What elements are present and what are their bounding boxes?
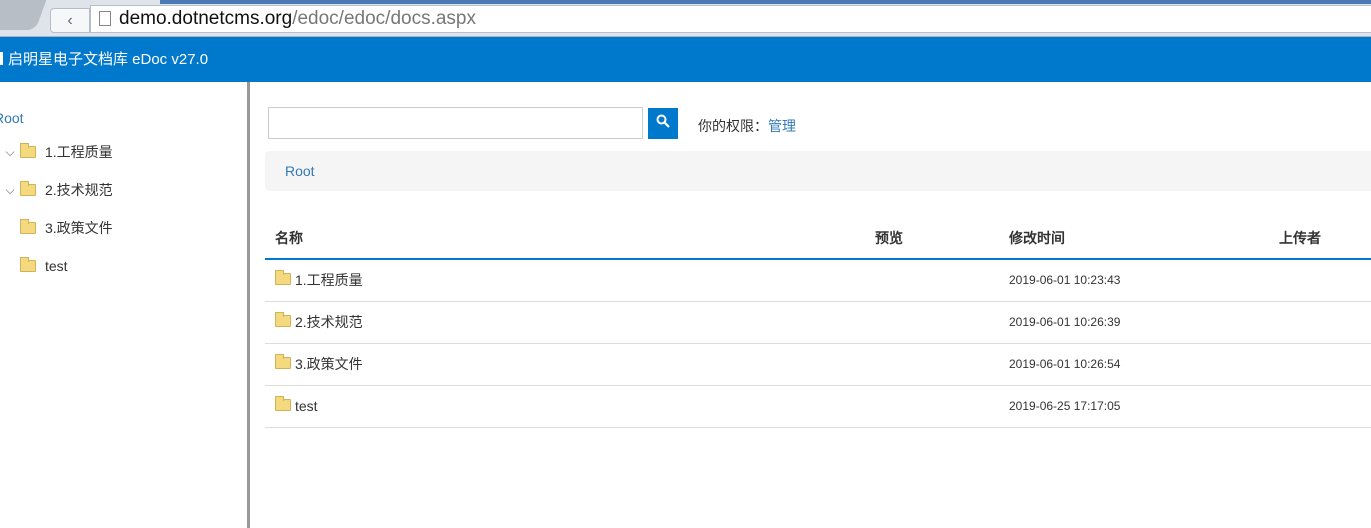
preview-cell bbox=[865, 259, 999, 302]
app-header: 启明星电子文档库 eDoc v27.0 bbox=[0, 37, 1371, 82]
folder-icon bbox=[20, 219, 36, 234]
tree-node-label: 1.工程质量 bbox=[45, 144, 113, 160]
file-name[interactable]: 3.政策文件 bbox=[295, 356, 363, 372]
tree-node-label: 2.技术规范 bbox=[45, 182, 113, 198]
permission: 你的权限：管理 bbox=[698, 116, 796, 136]
url-path: /edoc/edoc/docs.aspx bbox=[292, 8, 476, 29]
url-host: demo.dotnetcms.org bbox=[119, 8, 293, 29]
table-row[interactable]: 1.工程质量 2019-06-01 10:23:43 bbox=[265, 259, 1371, 302]
preview-cell bbox=[865, 343, 999, 386]
folder-icon bbox=[275, 354, 291, 369]
table-row[interactable]: test 2019-06-25 17:17:05 bbox=[265, 385, 1371, 428]
folder-icon bbox=[275, 312, 291, 327]
column-modified[interactable]: 修改时间 bbox=[999, 218, 1269, 260]
search-button[interactable] bbox=[648, 108, 678, 139]
uploader-cell bbox=[1269, 259, 1371, 302]
file-name[interactable]: 2.技术规范 bbox=[295, 314, 363, 330]
tree-node[interactable]: 3.政策文件 bbox=[0, 218, 113, 238]
tree-node[interactable]: ⌵ 1.工程质量 bbox=[0, 142, 113, 162]
folder-icon bbox=[20, 257, 36, 272]
column-name[interactable]: 名称 bbox=[265, 218, 865, 260]
uploader-cell bbox=[1269, 385, 1371, 428]
column-preview: 预览 bbox=[865, 218, 999, 260]
column-uploader[interactable]: 上传者 bbox=[1269, 218, 1371, 260]
back-button[interactable]: ‹ bbox=[50, 8, 90, 33]
file-name[interactable]: 1.工程质量 bbox=[295, 272, 363, 288]
name-cell[interactable]: 2.技术规范 bbox=[265, 301, 865, 344]
tree-node[interactable]: ⌵ 2.技术规范 bbox=[0, 180, 113, 200]
tree-node[interactable]: test bbox=[0, 256, 68, 276]
modified-cell: 2019-06-01 10:23:43 bbox=[999, 259, 1269, 302]
name-cell[interactable]: 3.政策文件 bbox=[265, 343, 865, 386]
table-row[interactable]: 3.政策文件 2019-06-01 10:26:54 bbox=[265, 343, 1371, 386]
uploader-cell bbox=[1269, 343, 1371, 386]
uploader-cell bbox=[1269, 301, 1371, 344]
tree-node-label: test bbox=[45, 258, 68, 274]
search-icon bbox=[656, 114, 670, 128]
name-cell[interactable]: test bbox=[265, 385, 865, 428]
search-input[interactable] bbox=[268, 107, 643, 139]
folder-tree: Root ⌵ 1.工程质量 ⌵ 2.技术规范 3.政策文件 test bbox=[0, 82, 250, 528]
page-icon bbox=[99, 11, 111, 26]
modified-cell: 2019-06-01 10:26:39 bbox=[999, 301, 1269, 344]
preview-cell bbox=[865, 301, 999, 344]
name-cell[interactable]: 1.工程质量 bbox=[265, 259, 865, 302]
file-name[interactable]: test bbox=[295, 398, 318, 414]
chevron-down-icon[interactable]: ⌵ bbox=[0, 145, 20, 160]
chevron-down-icon[interactable]: ⌵ bbox=[0, 183, 20, 198]
preview-cell bbox=[865, 385, 999, 428]
folder-icon bbox=[20, 181, 36, 196]
tree-root[interactable]: Root bbox=[0, 110, 24, 126]
folder-icon bbox=[275, 396, 291, 411]
tree-node-label: 3.政策文件 bbox=[45, 220, 113, 236]
address-bar[interactable]: demo.dotnetcms.org/edoc/edoc/docs.aspx bbox=[90, 5, 1371, 33]
browser-logo-icon bbox=[0, 0, 49, 30]
modified-cell: 2019-06-01 10:26:54 bbox=[999, 343, 1269, 386]
modified-cell: 2019-06-25 17:17:05 bbox=[999, 385, 1269, 428]
permission-label: 你的权限： bbox=[698, 118, 768, 134]
app-title: 启明星电子文档库 eDoc v27.0 bbox=[8, 51, 209, 68]
permission-value[interactable]: 管理 bbox=[768, 118, 796, 134]
file-table: 名称 预览 修改时间 上传者 1.工程质量 2019-06-01 10:23:43… bbox=[265, 218, 1371, 428]
folder-icon bbox=[20, 143, 36, 158]
folder-icon bbox=[275, 270, 291, 286]
browser-toolbar: ‹ demo.dotnetcms.org/edoc/edoc/docs.aspx bbox=[0, 0, 1371, 37]
tab-strip[interactable] bbox=[160, 0, 1371, 4]
table-row[interactable]: 2.技术规范 2019-06-01 10:26:39 bbox=[265, 301, 1371, 344]
breadcrumb: Root bbox=[265, 151, 1371, 191]
breadcrumb-root[interactable]: Root bbox=[285, 163, 315, 179]
